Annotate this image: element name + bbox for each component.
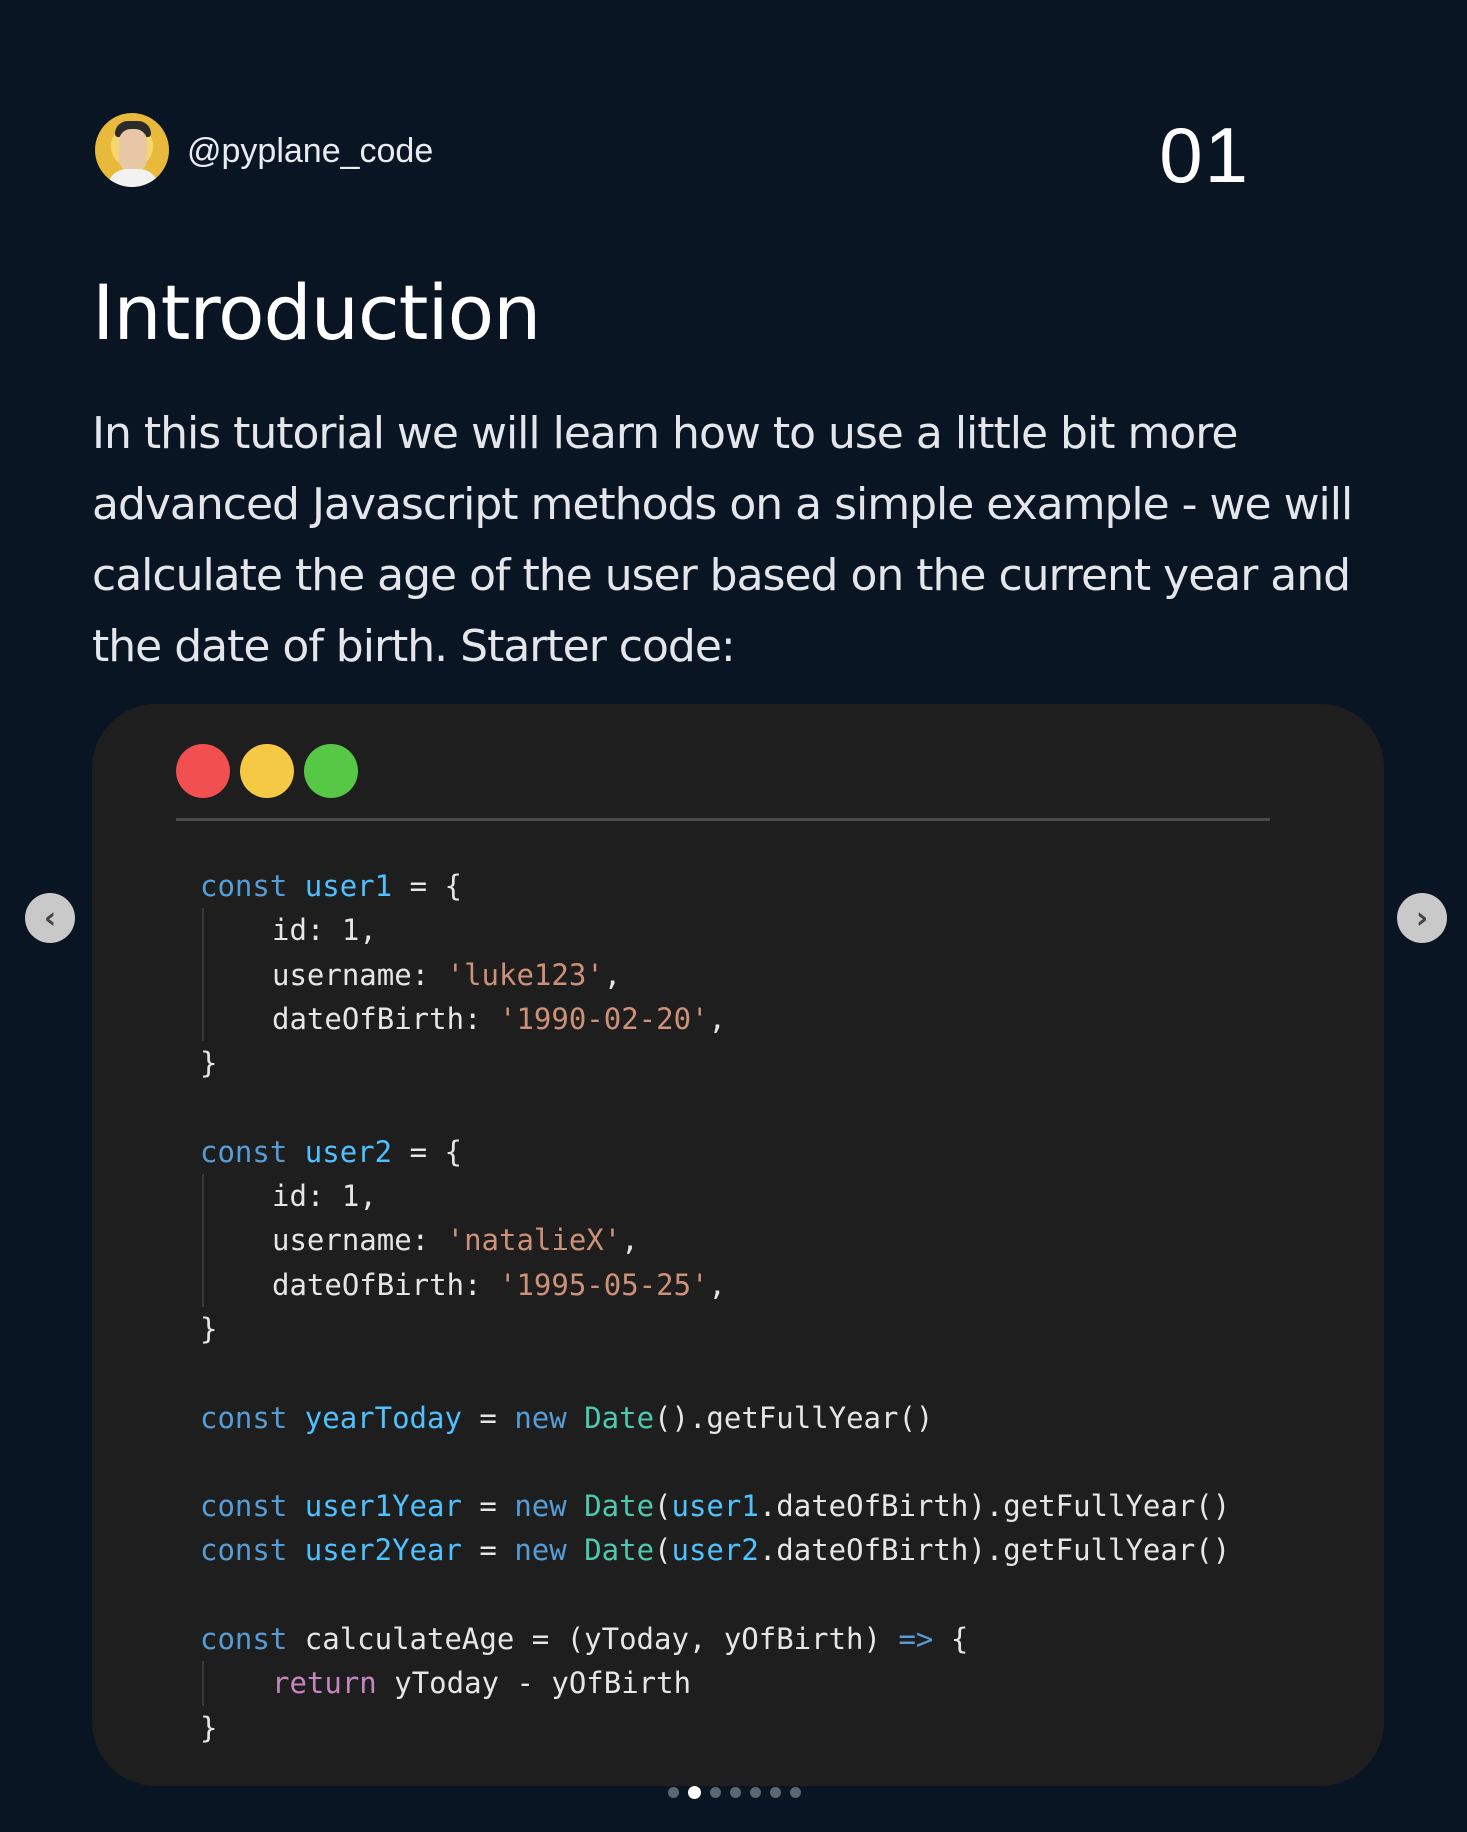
account-handle[interactable]: @pyplane_code bbox=[187, 132, 433, 171]
window-divider bbox=[176, 818, 1270, 821]
code-line: } bbox=[200, 1311, 218, 1346]
pagination-dot[interactable] bbox=[750, 1787, 761, 1798]
carousel-pagination bbox=[668, 1786, 801, 1799]
code-line: username: 'luke123', bbox=[200, 952, 1330, 997]
pagination-dot[interactable] bbox=[730, 1787, 741, 1798]
pagination-dot[interactable] bbox=[790, 1787, 801, 1798]
window-close-dot bbox=[176, 744, 230, 798]
pagination-dot[interactable] bbox=[688, 1786, 701, 1799]
avatar[interactable] bbox=[95, 113, 169, 187]
code-line: const yearToday = new Date().getFullYear… bbox=[200, 1400, 934, 1435]
code-line: id: 1, bbox=[200, 908, 1330, 953]
code-line: const user2 = { bbox=[200, 1134, 462, 1169]
code-line: dateOfBirth: '1990-02-20', bbox=[200, 996, 1330, 1042]
code-line: const user1Year = new Date(user1.dateOfB… bbox=[200, 1489, 1231, 1524]
avatar-shirt bbox=[107, 169, 159, 187]
pagination-dot[interactable] bbox=[710, 1787, 721, 1798]
code-block: const user1 = { id: 1, username: 'luke12… bbox=[200, 864, 1330, 1750]
window-minimize-dot bbox=[240, 744, 294, 798]
code-line: } bbox=[200, 1046, 218, 1081]
code-line: return yToday - yOfBirth bbox=[200, 1661, 1330, 1706]
code-line: const user1 = { bbox=[200, 869, 462, 903]
page-title: Introduction bbox=[92, 268, 541, 357]
post-header: @pyplane_code 01 bbox=[95, 110, 1355, 199]
code-window: const user1 = { id: 1, username: 'luke12… bbox=[92, 704, 1384, 1786]
page-number: 01 bbox=[1159, 111, 1250, 199]
intro-paragraph: In this tutorial we will learn how to us… bbox=[92, 408, 1353, 672]
window-maximize-dot bbox=[304, 744, 358, 798]
code-line: const user2Year = new Date(user2.dateOfB… bbox=[200, 1533, 1231, 1568]
previous-slide-button[interactable]: ‹ bbox=[25, 893, 75, 943]
code-line: } bbox=[200, 1710, 218, 1745]
chevron-right-icon: › bbox=[1415, 900, 1429, 936]
pagination-dot[interactable] bbox=[668, 1787, 679, 1798]
next-slide-button[interactable]: › bbox=[1397, 893, 1447, 943]
code-line: username: 'natalieX', bbox=[200, 1218, 1330, 1263]
code-line: id: 1, bbox=[200, 1174, 1330, 1219]
chevron-left-icon: ‹ bbox=[43, 900, 57, 936]
avatar-face bbox=[119, 129, 147, 173]
code-line: dateOfBirth: '1995-05-25', bbox=[200, 1262, 1330, 1307]
code-line: const calculateAge = (yToday, yOfBirth) … bbox=[200, 1622, 969, 1657]
pagination-dot[interactable] bbox=[770, 1787, 781, 1798]
